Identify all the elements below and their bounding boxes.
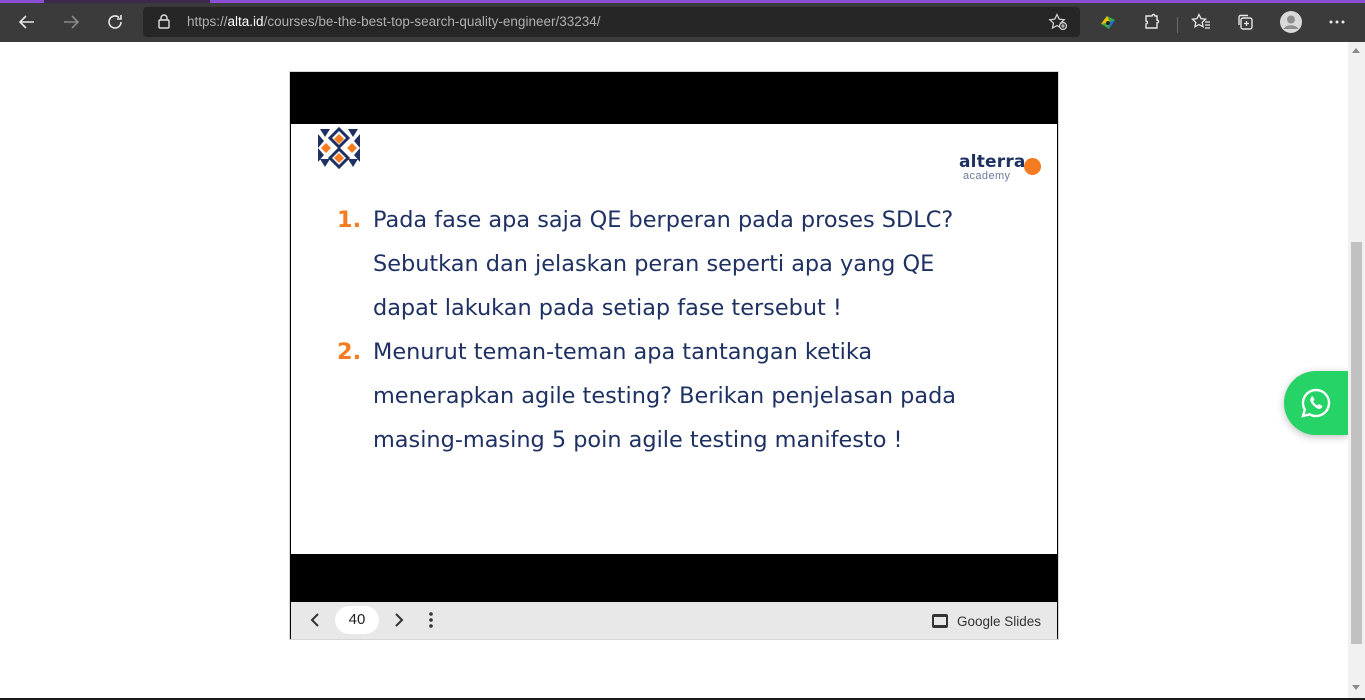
profile-icon[interactable]	[1276, 7, 1306, 37]
question-line: Pada fase apa saja QE berperan pada pros…	[373, 207, 954, 233]
question-number: 1.	[337, 207, 362, 233]
letterbox-bottom	[291, 554, 1057, 602]
google-slides-link[interactable]: Google Slides	[931, 610, 1041, 632]
url-host: alta.id	[227, 14, 264, 29]
brand-dot	[1024, 158, 1041, 175]
slides-icon	[932, 614, 948, 628]
question-line: menerapkan agile testing? Berikan penjel…	[373, 383, 957, 409]
scrollbar-thumb[interactable]	[1351, 242, 1362, 644]
course-logo	[318, 126, 360, 170]
chevron-left-icon	[310, 613, 319, 627]
extension-colorful-icon[interactable]	[1093, 7, 1123, 37]
address-bar[interactable]: https://alta.id/courses/be-the-best-top-…	[143, 7, 1080, 37]
lock-icon[interactable]	[157, 14, 171, 34]
extensions-icon[interactable]	[1137, 7, 1167, 37]
brand-logo: alterra academy	[959, 152, 1026, 182]
question-item: 2. Menurut teman-teman apa tantangan ket…	[337, 330, 1017, 462]
question-line: dapat lakukan pada setiap fase tersebut …	[373, 295, 842, 321]
whatsapp-icon	[1301, 388, 1331, 418]
collections-icon[interactable]	[1230, 7, 1260, 37]
forward-icon[interactable]	[56, 7, 86, 37]
question-list: 1. Pada fase apa saja QE berperan pada p…	[337, 198, 1017, 462]
letterbox-top	[291, 73, 1057, 124]
brand-subtitle: academy	[963, 170, 1011, 182]
toolbar-separator	[1177, 17, 1178, 33]
whatsapp-button[interactable]	[1284, 371, 1348, 435]
brand-name: alterra	[959, 152, 1026, 172]
more-icon[interactable]	[1322, 7, 1352, 37]
previous-slide-button[interactable]	[303, 608, 327, 632]
refresh-icon[interactable]	[100, 7, 130, 37]
vertical-dots-icon	[429, 612, 433, 628]
google-slides-label: Google Slides	[957, 613, 1042, 629]
scroll-down-arrow-icon[interactable]	[1352, 685, 1360, 690]
scroll-up-arrow-icon[interactable]	[1352, 48, 1360, 53]
question-number: 2.	[337, 339, 362, 365]
slides-embed: alterra academy 1. Pada fase apa saja QE…	[289, 71, 1059, 640]
next-slide-button[interactable]	[387, 608, 411, 632]
url-path: /courses/be-the-best-top-search-quality-…	[263, 14, 601, 29]
question-item: 1. Pada fase apa saja QE berperan pada p…	[337, 198, 1017, 330]
add-favorite-icon[interactable]	[1048, 12, 1068, 36]
url-text[interactable]: https://alta.id/courses/be-the-best-top-…	[187, 14, 601, 29]
page-scrollbar[interactable]	[1348, 42, 1365, 698]
chevron-right-icon	[395, 613, 404, 627]
question-line: Sebutkan dan jelaskan peran seperti apa …	[373, 251, 935, 277]
favorites-icon[interactable]	[1186, 7, 1216, 37]
slides-controls: 40 Google Slides	[291, 602, 1057, 639]
question-line: Menurut teman-teman apa tantangan ketika	[373, 339, 873, 365]
url-scheme: https://	[187, 14, 228, 29]
slide-number-field[interactable]: 40	[335, 606, 379, 634]
browser-toolbar: https://alta.id/courses/be-the-best-top-…	[0, 3, 1365, 42]
back-icon[interactable]	[12, 7, 42, 37]
slides-options-button[interactable]	[419, 608, 443, 632]
slide-canvas[interactable]: alterra academy 1. Pada fase apa saja QE…	[291, 124, 1057, 554]
question-line: masing-masing 5 poin agile testing manif…	[373, 427, 903, 453]
